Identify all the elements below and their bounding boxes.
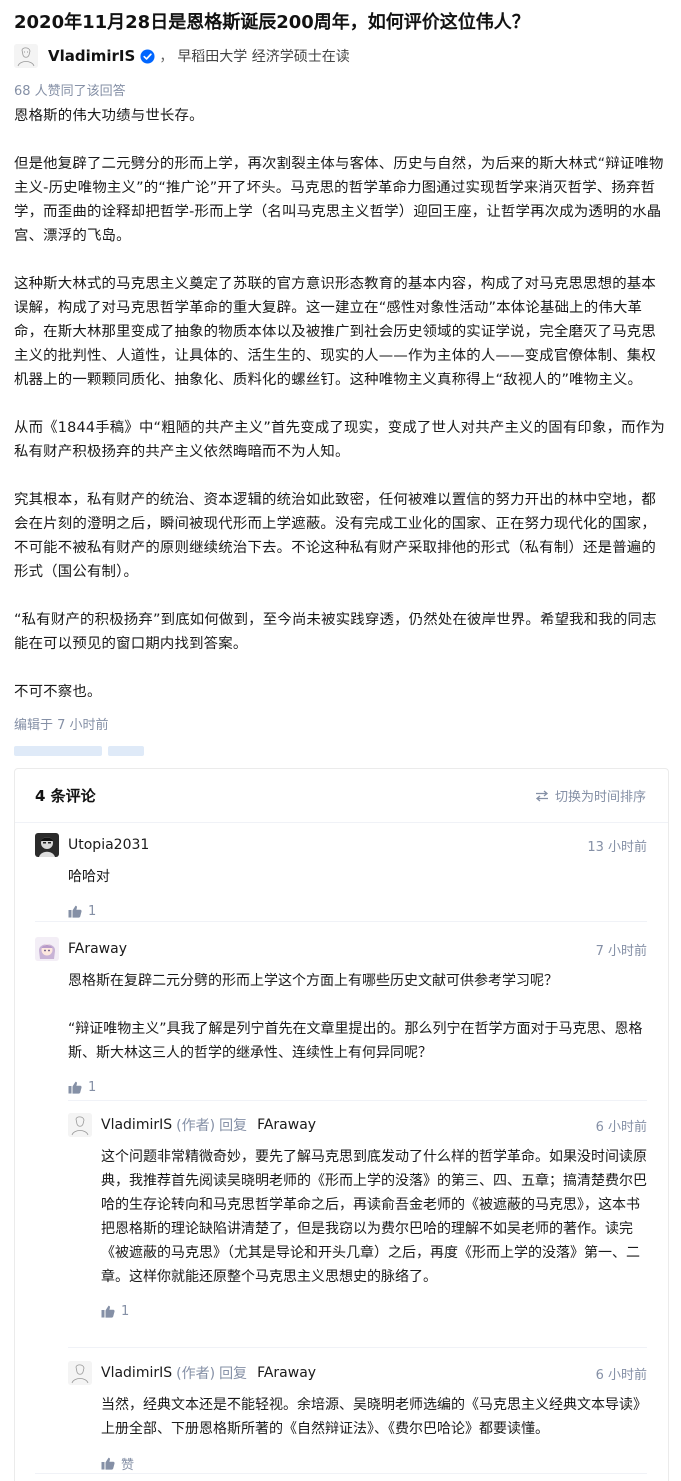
- comment-paragraph: 哈哈对: [68, 869, 110, 885]
- comment-paragraph: 恩格斯在复辟二元分劈的形而上学这个方面上有哪些历史文献可供参考学习呢？: [68, 973, 558, 989]
- comment-divider: [35, 921, 647, 922]
- sort-toggle-button[interactable]: 切换为时间排序: [535, 786, 646, 805]
- like-count: 1: [121, 1303, 130, 1319]
- reply-word: 回复: [219, 1118, 248, 1134]
- commenter-avatar[interactable]: [35, 937, 59, 961]
- author-separator: ，: [159, 49, 174, 65]
- like-count: 1: [88, 1079, 97, 1095]
- comment-time: 7 小时前: [595, 944, 647, 959]
- like-button[interactable]: 赞: [101, 1455, 647, 1473]
- commenter-name[interactable]: FAraway: [68, 941, 127, 957]
- like-count: 1: [88, 903, 97, 919]
- author-tag: (作者): [176, 1118, 216, 1134]
- thumbs-up-icon: [68, 905, 82, 918]
- answer-paragraph: 究其根本，私有财产的统治、资本逻辑的统治如此致密，任何被难以置信的努力开出的林中…: [14, 492, 656, 580]
- answer-paragraph: 从而《1844手稿》中“粗陋的共产主义”首先变成了现实，变成了世人对共产主义的固…: [14, 420, 665, 460]
- comment-time: 6 小时前: [595, 1120, 647, 1135]
- edit-time[interactable]: 编辑于 7 小时前: [14, 714, 109, 733]
- comments-section: 4 条评论 切换为时间排序 Utopia2031 13 小时前 哈哈对 1 FA…: [14, 768, 669, 1481]
- commenter-avatar[interactable]: [35, 833, 59, 857]
- thumbs-up-icon: [101, 1305, 115, 1318]
- commenter-avatar[interactable]: [68, 1361, 92, 1385]
- comment-time: 6 小时前: [595, 1368, 647, 1383]
- commenter-name[interactable]: VladimirIS: [101, 1365, 172, 1381]
- answer-paragraph: 不可不察也。: [14, 684, 102, 700]
- like-button[interactable]: 1: [68, 903, 647, 919]
- commenter-name[interactable]: VladimirIS: [101, 1117, 172, 1133]
- reply-comment-item: VladimirIS (作者) 回复 FAraway 6 小时前 这个问题非常精…: [68, 1113, 647, 1319]
- thumbs-up-icon: [68, 1081, 82, 1094]
- author-name[interactable]: VladimirIS: [48, 47, 135, 65]
- answer-paragraph: 这种斯大林式的马克思主义奠定了苏联的官方意识形态教育的基本内容，构成了对马克思思…: [14, 276, 656, 388]
- reply-comment-item: VladimirIS (作者) 回复 FAraway 6 小时前 当然，经典文本…: [68, 1361, 647, 1473]
- comment-item: Utopia2031 13 小时前 哈哈对 1: [35, 833, 647, 919]
- question-title[interactable]: 2020年11月28日是恩格斯诞辰200周年，如何评价这位伟人？: [14, 10, 530, 36]
- comment-text: 哈哈对: [68, 865, 647, 889]
- author-tag: (作者): [176, 1366, 216, 1382]
- vote-summary[interactable]: 68 人赞同了该回答: [14, 80, 126, 99]
- sketch-avatar-icon: [14, 44, 38, 68]
- commenter-avatar[interactable]: [68, 1113, 92, 1137]
- author-info: VladimirIS ， 早稻田大学 经济学硕士在读: [14, 42, 350, 70]
- comments-header: 4 条评论 切换为时间排序: [15, 769, 668, 823]
- answer-paragraph: 但是他复辟了二元劈分的形而上学，再次割裂主体与客体、历史与自然，为后来的斯大林式…: [14, 156, 664, 244]
- answer-content: 恩格斯的伟大功绩与世长存。 但是他复辟了二元劈分的形而上学，再次割裂主体与客体、…: [14, 104, 670, 728]
- anime-avatar-icon: [35, 937, 59, 961]
- comment-paragraph: 这个问题非常精微奇妙，要先了解马克思到底发动了什么样的哲学革命。如果没时间读原典…: [101, 1149, 647, 1285]
- comment-text: 当然，经典文本还是不能轻视。余培源、吴晓明老师选编的《马克思主义经典文本导读》上…: [101, 1393, 647, 1441]
- thumbs-up-icon: [101, 1457, 115, 1470]
- user-photo-icon: [35, 833, 59, 857]
- reply-to-name[interactable]: FAraway: [257, 1365, 316, 1381]
- commenter-name[interactable]: Utopia2031: [68, 837, 149, 853]
- vote-down-button[interactable]: [108, 746, 144, 756]
- vote-button[interactable]: [14, 746, 102, 756]
- comment-divider: [68, 1347, 647, 1348]
- author-bio: 早稻田大学 经济学硕士在读: [177, 49, 350, 65]
- comments-count: 4 条评论: [35, 787, 96, 805]
- sort-toggle-label: 切换为时间排序: [554, 790, 646, 805]
- action-bar: [14, 746, 144, 756]
- author-avatar[interactable]: [14, 44, 38, 68]
- comment-paragraph: 当然，经典文本还是不能轻视。余培源、吴晓明老师选编的《马克思主义经典文本导读》上…: [101, 1397, 647, 1437]
- like-button[interactable]: 1: [68, 1079, 647, 1095]
- comment-divider: [35, 1473, 647, 1474]
- sketch-avatar-icon: [68, 1113, 92, 1137]
- comment-divider: [68, 1100, 647, 1101]
- comment-item: FAraway 7 小时前 恩格斯在复辟二元分劈的形而上学这个方面上有哪些历史文…: [35, 937, 647, 1095]
- reply-to-name[interactable]: FAraway: [257, 1117, 316, 1133]
- comment-time: 13 小时前: [587, 840, 647, 855]
- comment-text: 恩格斯在复辟二元分劈的形而上学这个方面上有哪些历史文献可供参考学习呢？ “辩证唯…: [68, 969, 647, 1065]
- comment-paragraph: “辩证唯物主义”具我了解是列宁首先在文章里提出的。那么列宁在哲学方面对于马克思、…: [68, 1021, 643, 1061]
- comment-text: 这个问题非常精微奇妙，要先了解马克思到底发动了什么样的哲学革命。如果没时间读原典…: [101, 1145, 647, 1289]
- swap-icon: [535, 790, 548, 801]
- sketch-avatar-icon: [68, 1361, 92, 1385]
- answer-paragraph: 恩格斯的伟大功绩与世长存。: [14, 108, 204, 124]
- answer-paragraph: “私有财产的积极扬弃”到底如何做到，至今尚未被实践穿透，仍然处在彼岸世界。希望我…: [14, 612, 657, 652]
- like-label: 赞: [121, 1457, 135, 1473]
- verified-badge-icon: [140, 48, 155, 64]
- reply-word: 回复: [219, 1366, 248, 1382]
- like-button[interactable]: 1: [101, 1303, 647, 1319]
